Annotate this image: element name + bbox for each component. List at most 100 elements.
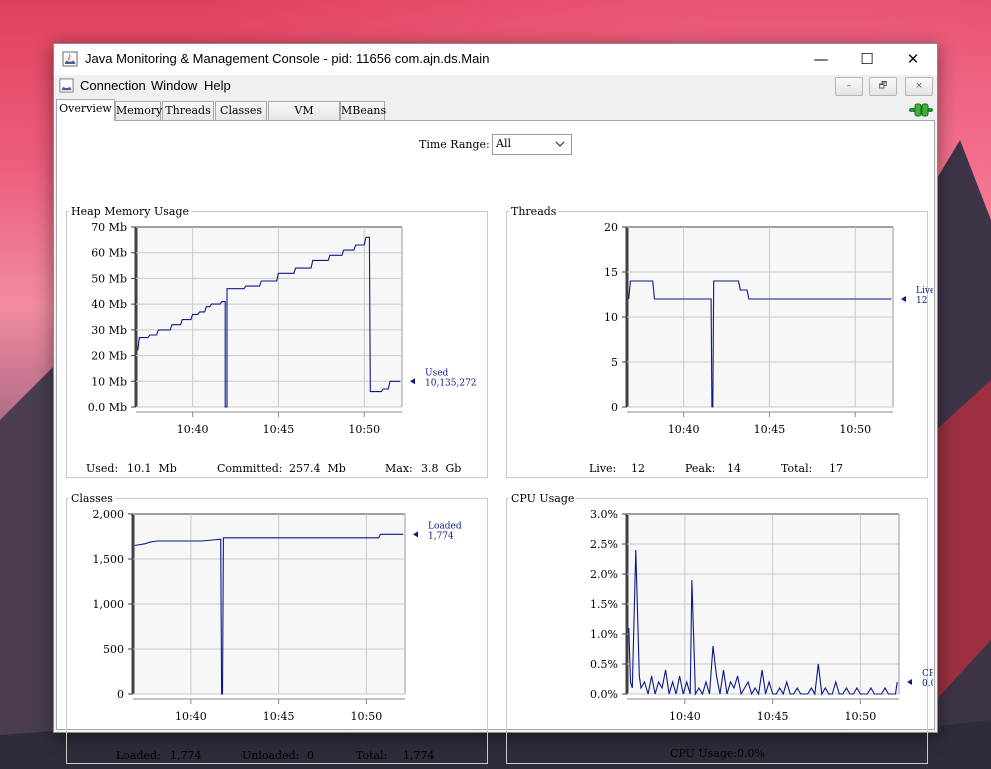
jconsole-window: Java Monitoring & Management Console - p… bbox=[53, 43, 938, 764]
tab-threads[interactable]: Threads bbox=[162, 101, 214, 120]
cpu-legend-marker bbox=[907, 679, 912, 685]
tab-bar: Overview Memory Threads Classes VM Summa… bbox=[54, 99, 937, 135]
internal-minimize-button[interactable]: – bbox=[835, 77, 863, 96]
menu-bar: Connection Window Help bbox=[54, 75, 937, 97]
minimize-button[interactable]: — bbox=[798, 44, 844, 75]
classes-unloaded-value: 0 bbox=[307, 749, 314, 762]
threads-peak-label: Peak: bbox=[685, 462, 716, 475]
heap-y-tick-label: 40 Mb bbox=[91, 298, 127, 311]
menu-window[interactable]: Window bbox=[151, 78, 197, 93]
heap-y-tick-label: 60 Mb bbox=[91, 247, 127, 260]
classes-chart: 2,000 1,500 1,000 500 0 10:40 10:45 10:50 Loaded… bbox=[93, 508, 462, 723]
classes-y-tick-label: 500 bbox=[103, 643, 124, 656]
classes-total-label: Total: bbox=[356, 749, 388, 762]
heap-y-tick-label: 10 Mb bbox=[91, 375, 127, 388]
classes-x-tick-label: 10:45 bbox=[263, 710, 295, 723]
threads-legend-marker bbox=[901, 296, 906, 302]
cpu-y-tick-label: 2.5% bbox=[590, 538, 618, 551]
cpu-y-tick-label: 3.0% bbox=[590, 508, 618, 521]
cpu-y-tick-label: 2.0% bbox=[590, 568, 618, 581]
time-range-select[interactable]: All bbox=[492, 134, 572, 155]
java-menu-icon[interactable] bbox=[59, 78, 74, 93]
threads-legend-value: 12 bbox=[916, 296, 927, 306]
threads-live-value: 12 bbox=[631, 462, 645, 475]
threads-peak-value: 14 bbox=[727, 462, 741, 475]
tab-memory[interactable]: Memory bbox=[115, 101, 162, 120]
heap-y-tick-label: 20 Mb bbox=[91, 350, 127, 363]
heap-y-tick-label: 50 Mb bbox=[91, 272, 127, 285]
heap-chart: 70 Mb 60 Mb 50 Mb 40 Mb 30 Mb 20 Mb 10 Mb 0.0 M… bbox=[88, 221, 477, 436]
java-app-icon bbox=[62, 51, 78, 67]
threads-total-value: 17 bbox=[829, 462, 843, 475]
title-bar[interactable]: Java Monitoring & Management Console - p… bbox=[54, 44, 937, 75]
heap-x-tick-label: 10:50 bbox=[348, 423, 380, 436]
threads-legend-label: Live threads bbox=[916, 286, 933, 296]
menu-connection[interactable]: Connection bbox=[80, 78, 146, 93]
tab-overview[interactable]: Overview bbox=[56, 99, 115, 121]
threads-x-tick-label: 10:50 bbox=[839, 423, 871, 436]
heap-legend-label: Used bbox=[425, 368, 449, 378]
cpu-legend-label: CPU Usage bbox=[922, 669, 933, 679]
heap-x-tick-label: 10:40 bbox=[177, 423, 209, 436]
classes-legend-marker bbox=[413, 531, 418, 538]
cpu-x-tick-label: 10:45 bbox=[757, 710, 789, 723]
classes-x-tick-label: 10:40 bbox=[175, 710, 207, 723]
heap-committed-label: Committed: bbox=[217, 462, 283, 475]
heap-max-label: Max: bbox=[385, 462, 413, 475]
threads-y-tick-label: 10 bbox=[604, 311, 618, 324]
cpu-usage-label: CPU Usage: bbox=[670, 747, 738, 760]
time-range-label: Time Range: bbox=[419, 138, 490, 151]
threads-y-tick-label: 15 bbox=[604, 266, 618, 279]
cpu-usage-value: 0.0% bbox=[737, 747, 765, 760]
cpu-y-tick-label: 0.0% bbox=[590, 688, 618, 701]
cpu-legend-value: 0.0% bbox=[922, 679, 933, 689]
classes-x-tick-label: 10:50 bbox=[351, 710, 383, 723]
classes-unloaded-label: Unloaded: bbox=[242, 749, 300, 762]
heap-committed-value: 257.4 Mb bbox=[289, 462, 346, 475]
chevron-down-icon bbox=[555, 141, 565, 147]
classes-y-tick-label: 2,000 bbox=[93, 508, 125, 521]
classes-y-tick-label: 1,000 bbox=[93, 598, 125, 611]
internal-close-button[interactable]: × bbox=[905, 77, 933, 96]
classes-loaded-label: Loaded: bbox=[116, 749, 161, 762]
threads-y-tick-label: 20 bbox=[604, 221, 618, 234]
menu-help[interactable]: Help bbox=[204, 78, 231, 93]
time-range-value: All bbox=[496, 137, 511, 150]
cpu-y-tick-label: 0.5% bbox=[590, 658, 618, 671]
heap-y-tick-label: 0.0 Mb bbox=[88, 401, 127, 414]
threads-chart: 20 15 10 5 0 10:40 10:45 10:50 Live threads12 bbox=[604, 221, 933, 436]
window-title: Java Monitoring & Management Console - p… bbox=[85, 51, 490, 66]
cpu-chart: 3.0% 2.5% 2.0% 1.5% 1.0% 0.5% 0.0% 10:40 10:45 10… bbox=[590, 508, 933, 723]
cpu-y-tick-label: 1.0% bbox=[590, 628, 618, 641]
cpu-x-tick-label: 10:50 bbox=[845, 710, 877, 723]
heap-y-tick-label: 70 Mb bbox=[91, 221, 127, 234]
heap-legend-value: 10,135,272 bbox=[425, 378, 477, 388]
classes-y-tick-label: 1,500 bbox=[93, 553, 125, 566]
threads-x-tick-label: 10:40 bbox=[668, 423, 700, 436]
tab-mbeans[interactable]: MBeans bbox=[340, 101, 386, 120]
heap-max-value: 3.8 Gb bbox=[421, 462, 462, 475]
threads-y-tick-label: 5 bbox=[611, 356, 618, 369]
connection-status-icon bbox=[909, 103, 933, 117]
tab-classes[interactable]: Classes bbox=[215, 101, 267, 120]
cpu-y-tick-label: 1.5% bbox=[590, 598, 618, 611]
heap-used-label: Used: bbox=[86, 462, 119, 475]
overview-content: Time Range: All Heap Memory Usage 70 Mb 6… bbox=[56, 120, 935, 764]
close-button[interactable]: ✕ bbox=[890, 44, 936, 75]
heap-legend-marker bbox=[410, 378, 415, 385]
classes-total-value: 1,774 bbox=[403, 749, 435, 762]
classes-legend-label: Loaded bbox=[428, 521, 462, 531]
classes-loaded-value: 1,774 bbox=[170, 749, 202, 762]
threads-total-label: Total: bbox=[781, 462, 813, 475]
heap-used-value: 10.1 Mb bbox=[127, 462, 177, 475]
cpu-x-tick-label: 10:40 bbox=[669, 710, 701, 723]
threads-y-tick-label: 0 bbox=[611, 401, 618, 414]
internal-restore-button[interactable]: 🗗 bbox=[869, 77, 897, 96]
heap-x-tick-label: 10:45 bbox=[263, 423, 295, 436]
threads-x-tick-label: 10:45 bbox=[754, 423, 786, 436]
tab-vm-summary[interactable]: VM Summary bbox=[268, 101, 340, 135]
classes-y-tick-label: 0 bbox=[117, 688, 124, 701]
maximize-button[interactable]: ☐ bbox=[844, 44, 890, 75]
threads-live-label: Live: bbox=[589, 462, 617, 475]
classes-legend-value: 1,774 bbox=[428, 531, 454, 541]
